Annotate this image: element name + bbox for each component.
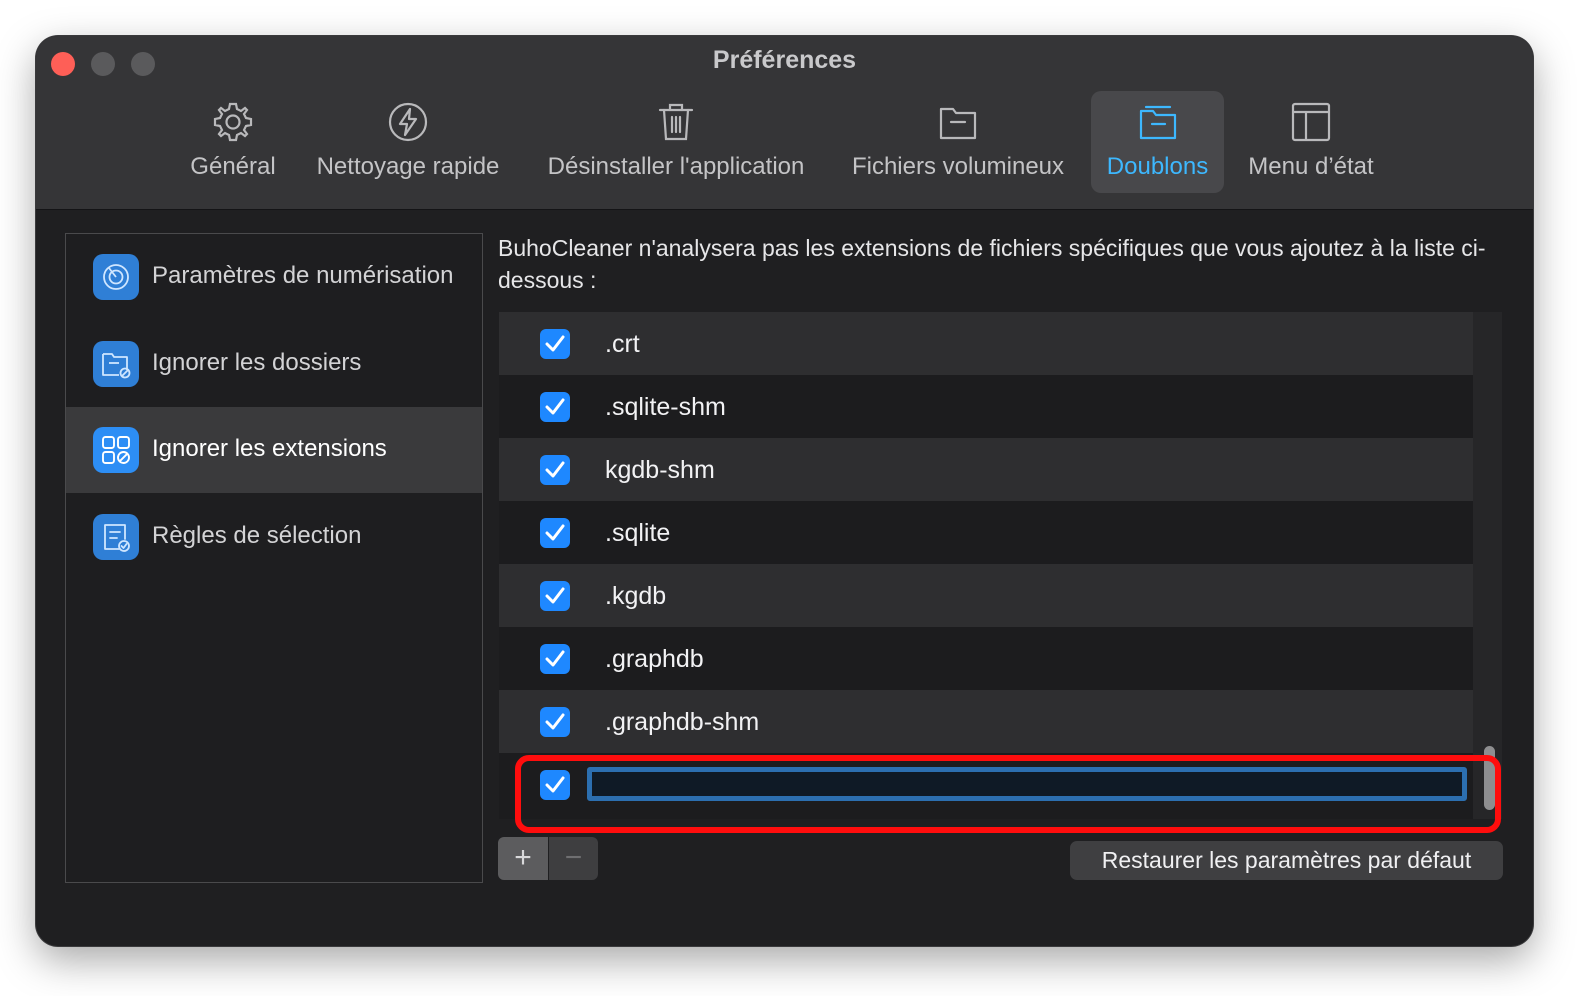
menu-layout-icon (1291, 102, 1331, 142)
list-item: .crt (499, 312, 1473, 375)
tab-label: Menu d’état (1248, 153, 1374, 180)
list-item: .sqlite-shm (499, 375, 1473, 438)
tab-label: Nettoyage rapide (316, 153, 500, 180)
checkmark-icon (545, 461, 565, 478)
checkmark-icon (545, 335, 565, 352)
gear-icon (213, 102, 253, 142)
extension-name: .sqlite-shm (605, 393, 726, 421)
tab-duplicates[interactable]: Doublons (1091, 91, 1224, 193)
sidebar-item-ignore-extensions[interactable]: Ignorer les extensions (66, 407, 482, 493)
checkmark-icon (545, 650, 565, 667)
tab-label: Désinstaller l'application (547, 153, 805, 180)
remove-extension-button[interactable]: − (549, 837, 598, 880)
trash-icon (658, 103, 694, 141)
extension-name: .graphdb-shm (605, 708, 760, 736)
tab-quick-clean[interactable]: Nettoyage rapide (306, 91, 510, 193)
lightning-icon (388, 102, 428, 142)
list-item: .graphdb-shm (499, 690, 1473, 753)
add-extension-button[interactable]: + (498, 837, 548, 880)
extension-checkbox[interactable] (540, 581, 570, 611)
extension-checkbox[interactable] (540, 392, 570, 422)
sidebar-item-ignore-folders[interactable]: Ignorer les dossiers (66, 321, 482, 407)
list-item: kgdb-shm (499, 438, 1473, 501)
extension-checkbox[interactable] (540, 518, 570, 548)
new-extension-checkbox[interactable] (540, 770, 570, 800)
duplicate-folder-icon (1139, 105, 1176, 140)
restore-defaults-button[interactable]: Restaurer les paramètres par défaut (1070, 841, 1503, 880)
new-extension-row (499, 753, 1473, 816)
scan-radar-icon (93, 254, 139, 300)
tab-label: Général (190, 153, 276, 180)
ignore-extensions-description: BuhoCleaner n'analysera pas les extensio… (498, 235, 1486, 293)
tab-label: Fichiers volumineux (851, 153, 1065, 180)
checkmark-icon (545, 524, 565, 541)
extension-name: .kgdb (605, 582, 667, 610)
folder-icon (939, 107, 977, 140)
extensions-list: .crt .sqlite-shm kgdb-shm .sqlite .kgdb (499, 312, 1473, 819)
extension-checkbox[interactable] (540, 455, 570, 485)
sidebar-item-label: Ignorer les dossiers (152, 349, 362, 376)
extension-name: kgdb-shm (605, 456, 715, 484)
toolbar: Préférences Général Nettoyage rapide Dés… (36, 36, 1533, 210)
list-item: .sqlite (499, 501, 1473, 564)
tab-label: Doublons (1106, 153, 1209, 180)
extension-checkbox[interactable] (540, 644, 570, 674)
extension-name: .sqlite (605, 519, 671, 547)
sidebar-item-label: Paramètres de numérisation (152, 262, 454, 289)
extension-checkbox[interactable] (540, 707, 570, 737)
checkmark-icon (545, 587, 565, 604)
selection-rules-icon (93, 514, 139, 560)
extension-checkbox[interactable] (540, 329, 570, 359)
checkmark-icon (545, 776, 565, 793)
sidebar-item-label: Ignorer les extensions (152, 435, 387, 462)
tab-general[interactable]: Général (181, 91, 285, 193)
list-item: .graphdb (499, 627, 1473, 690)
tab-uninstall-app[interactable]: Désinstaller l'application (533, 91, 819, 193)
window-title: Préférences (712, 46, 857, 74)
extension-name: .graphdb (605, 645, 704, 673)
sidebar-item-label: Règles de sélection (152, 522, 362, 549)
preferences-window: Préférences Général Nettoyage rapide Dés… (36, 36, 1533, 946)
settings-sidebar: Paramètres de numérisation Ignorer les d… (65, 233, 483, 883)
checkmark-icon (545, 398, 565, 415)
tab-status-menu[interactable]: Menu d’état (1238, 91, 1384, 193)
extension-name: .crt (605, 330, 640, 358)
sidebar-item-scan-settings[interactable]: Paramètres de numérisation (66, 234, 482, 320)
folder-ignore-icon (93, 341, 139, 387)
list-scrollbar-thumb[interactable] (1484, 746, 1495, 810)
list-item: .kgdb (499, 564, 1473, 627)
new-extension-input[interactable] (587, 767, 1467, 801)
sidebar-item-selection-rules[interactable]: Règles de sélection (66, 494, 482, 580)
extensions-grid-icon (93, 427, 139, 473)
tab-large-files[interactable]: Fichiers volumineux (841, 91, 1075, 193)
checkmark-icon (545, 713, 565, 730)
list-scrollbar[interactable] (1473, 312, 1502, 819)
